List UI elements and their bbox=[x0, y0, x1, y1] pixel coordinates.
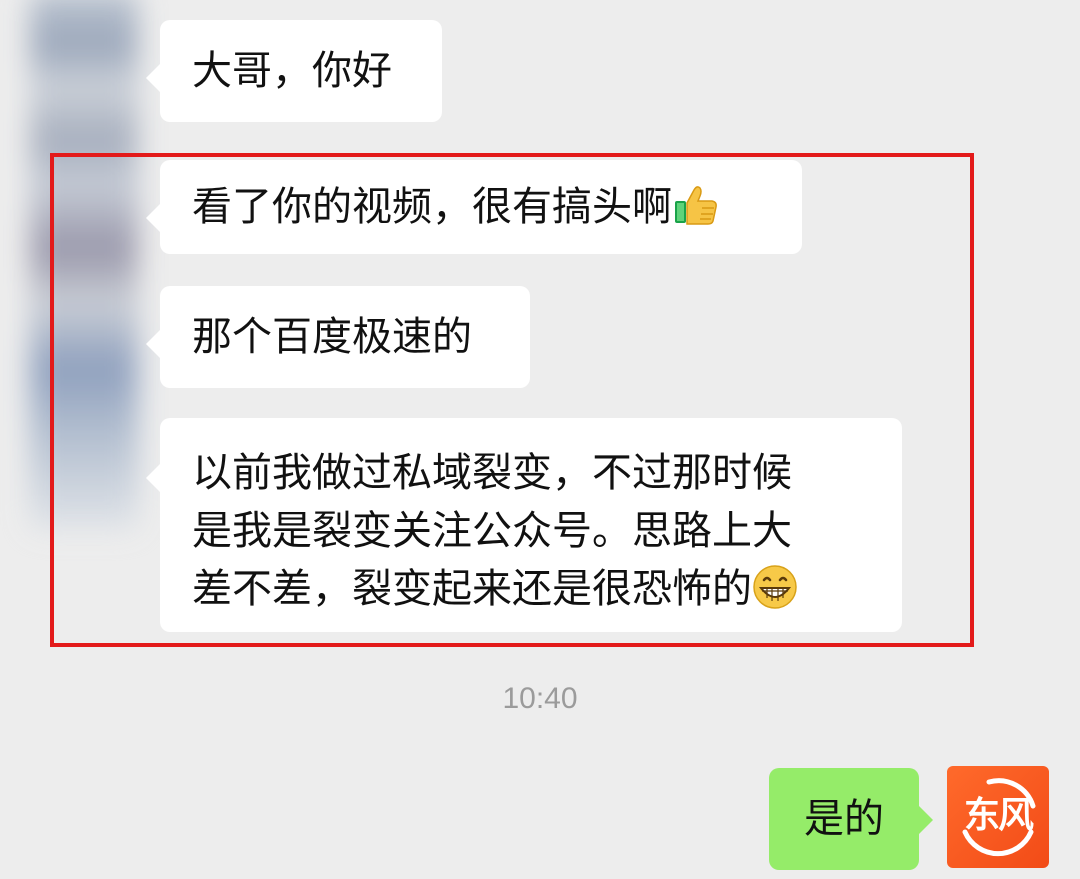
message-bubble[interactable]: 大哥，你好 bbox=[146, 20, 442, 122]
self-message-text: 是的 bbox=[804, 796, 884, 842]
chat-window: 大哥，你好 看了你的视频，很有搞头啊 那个百度极速的 以前我做过私域裂变，不过那… bbox=[0, 0, 1080, 879]
self-avatar[interactable]: 东风 bbox=[947, 766, 1049, 868]
message-text: 大哥，你好 bbox=[192, 48, 392, 94]
avatar-logo-text: 东风 bbox=[963, 795, 1034, 836]
message-timestamp: 10:40 bbox=[502, 682, 578, 715]
self-message-bubble[interactable]: 是的 bbox=[769, 768, 933, 870]
highlight-box bbox=[50, 153, 974, 647]
